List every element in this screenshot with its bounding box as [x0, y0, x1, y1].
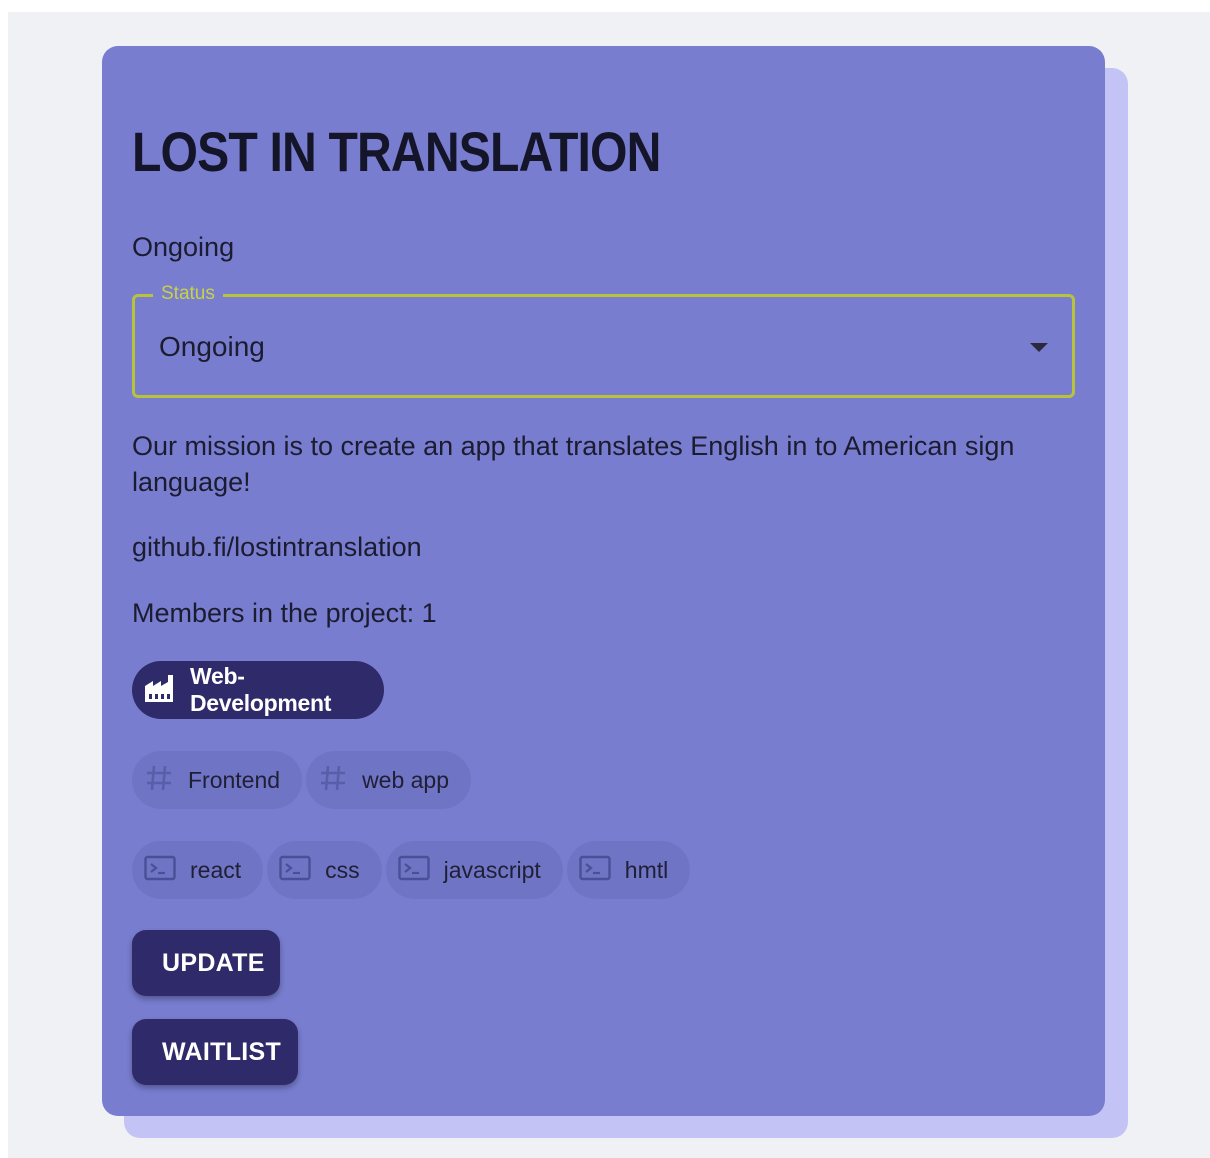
technology-chip[interactable]: react — [132, 841, 264, 899]
project-repo-link[interactable]: github.fi/lostintranslation — [132, 530, 422, 564]
tag-chip-label: web app — [362, 766, 450, 793]
tag-chip-list: Frontend web app — [132, 751, 472, 809]
waitlist-button[interactable]: WAITLIST — [132, 1019, 298, 1085]
project-members-count: Members in the project: 1 — [132, 598, 437, 628]
category-chip-label: Web-Development — [190, 663, 332, 716]
technology-chip-label: javascript — [443, 856, 541, 883]
update-button[interactable]: UPDATE — [132, 930, 280, 996]
project-title: LOST IN TRANSLATION — [132, 120, 661, 183]
technology-chip-list: react css javascript hmtl — [132, 841, 691, 899]
dropdown-arrow-icon — [1030, 343, 1048, 352]
project-description: Our mission is to create an app that tra… — [132, 431, 1015, 497]
project-status-text: Ongoing — [132, 232, 235, 262]
hash-icon — [318, 763, 348, 798]
terminal-icon — [144, 855, 176, 886]
terminal-icon — [279, 855, 311, 886]
terminal-icon — [397, 855, 430, 886]
hash-icon — [144, 763, 174, 798]
technology-chip[interactable]: css — [267, 841, 382, 899]
tag-chip[interactable]: web app — [306, 751, 472, 809]
project-card: LOST IN TRANSLATION Ongoing Status Ongoi… — [102, 46, 1105, 1116]
status-select[interactable]: Status Ongoing — [132, 280, 1075, 398]
status-select-value: Ongoing — [159, 331, 265, 362]
status-select-label: Status — [153, 280, 223, 308]
terminal-icon — [579, 855, 611, 886]
factory-icon — [144, 673, 176, 708]
technology-chip-label: hmtl — [624, 856, 669, 883]
tag-chip-label: Frontend — [188, 766, 281, 793]
technology-chip-label: react — [190, 856, 242, 883]
technology-chip-label: css — [325, 856, 360, 883]
category-chip[interactable]: Web-Development — [132, 661, 384, 719]
technology-chip[interactable]: hmtl — [566, 841, 691, 899]
tag-chip[interactable]: Frontend — [132, 751, 303, 809]
technology-chip[interactable]: javascript — [385, 841, 563, 899]
